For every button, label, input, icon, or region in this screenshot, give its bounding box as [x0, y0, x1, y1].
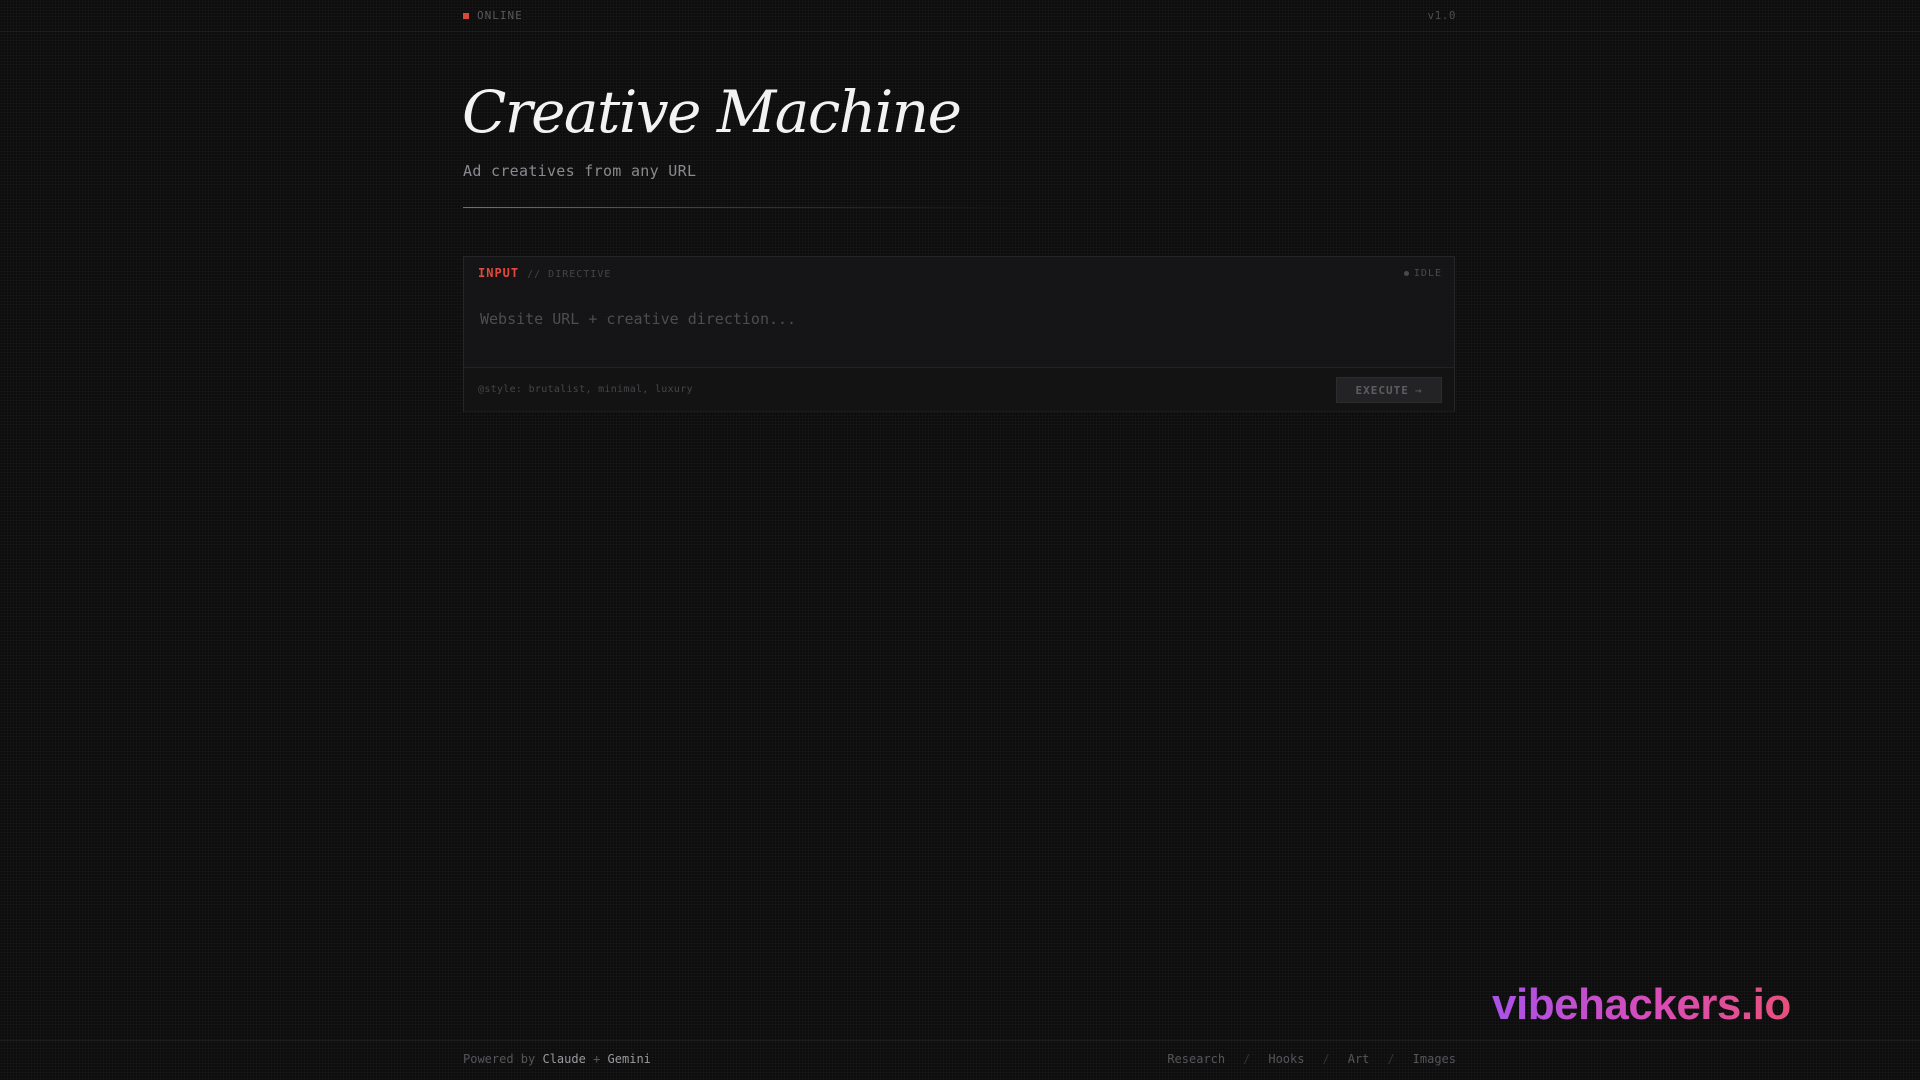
nav-separator: /	[1243, 1052, 1251, 1066]
state-dot-icon	[1403, 271, 1409, 276]
input-panel: INPUT // DIRECTIVE IDLE @style: brutalis…	[463, 256, 1455, 412]
footer-link-hooks[interactable]: Hooks	[1268, 1052, 1304, 1066]
execute-button[interactable]: EXECUTE →	[1336, 377, 1442, 403]
panel-label: INPUT	[478, 266, 520, 280]
brand-join: +	[593, 1052, 601, 1066]
status-indicator: ONLINE	[463, 9, 523, 22]
style-hint: @style: brutalist, minimal, luxury	[478, 384, 693, 395]
footer-link-images[interactable]: Images	[1413, 1052, 1456, 1066]
panel-sublabel: // DIRECTIVE	[527, 269, 612, 280]
panel-state-badge: IDLE	[1403, 268, 1442, 279]
top-status-bar: ONLINE v1.0	[0, 0, 1920, 32]
footer-nav: Research / Hooks / Art / Images	[1167, 1052, 1456, 1066]
version-label: v1.0	[1427, 9, 1456, 22]
footer-link-research[interactable]: Research	[1167, 1052, 1225, 1066]
page-title: Creative Machine	[462, 78, 962, 146]
status-dot-icon	[463, 12, 469, 19]
page-subtitle: Ad creatives from any URL	[463, 162, 697, 180]
panel-header: INPUT // DIRECTIVE	[478, 266, 611, 280]
watermark-logo: vibehackers.io	[1492, 980, 1791, 1029]
powered-prefix: Powered by	[463, 1052, 536, 1066]
nav-separator: /	[1322, 1052, 1330, 1066]
panel-state-label: IDLE	[1413, 268, 1442, 279]
header-divider	[463, 207, 1023, 208]
directive-input[interactable]	[478, 299, 1442, 339]
execute-label: EXECUTE	[1355, 383, 1409, 397]
arrow-right-icon: →	[1414, 383, 1423, 397]
brand-gemini: Gemini	[607, 1052, 651, 1066]
status-label: ONLINE	[477, 9, 523, 22]
panel-footer: @style: brutalist, minimal, luxury EXECU…	[464, 367, 1454, 412]
nav-separator: /	[1387, 1052, 1395, 1066]
powered-by: Powered by Claude + Gemini	[463, 1052, 651, 1066]
brand-claude: Claude	[542, 1052, 586, 1066]
page-footer: Powered by Claude + Gemini Research / Ho…	[0, 1040, 1920, 1080]
footer-link-art[interactable]: Art	[1348, 1052, 1370, 1066]
